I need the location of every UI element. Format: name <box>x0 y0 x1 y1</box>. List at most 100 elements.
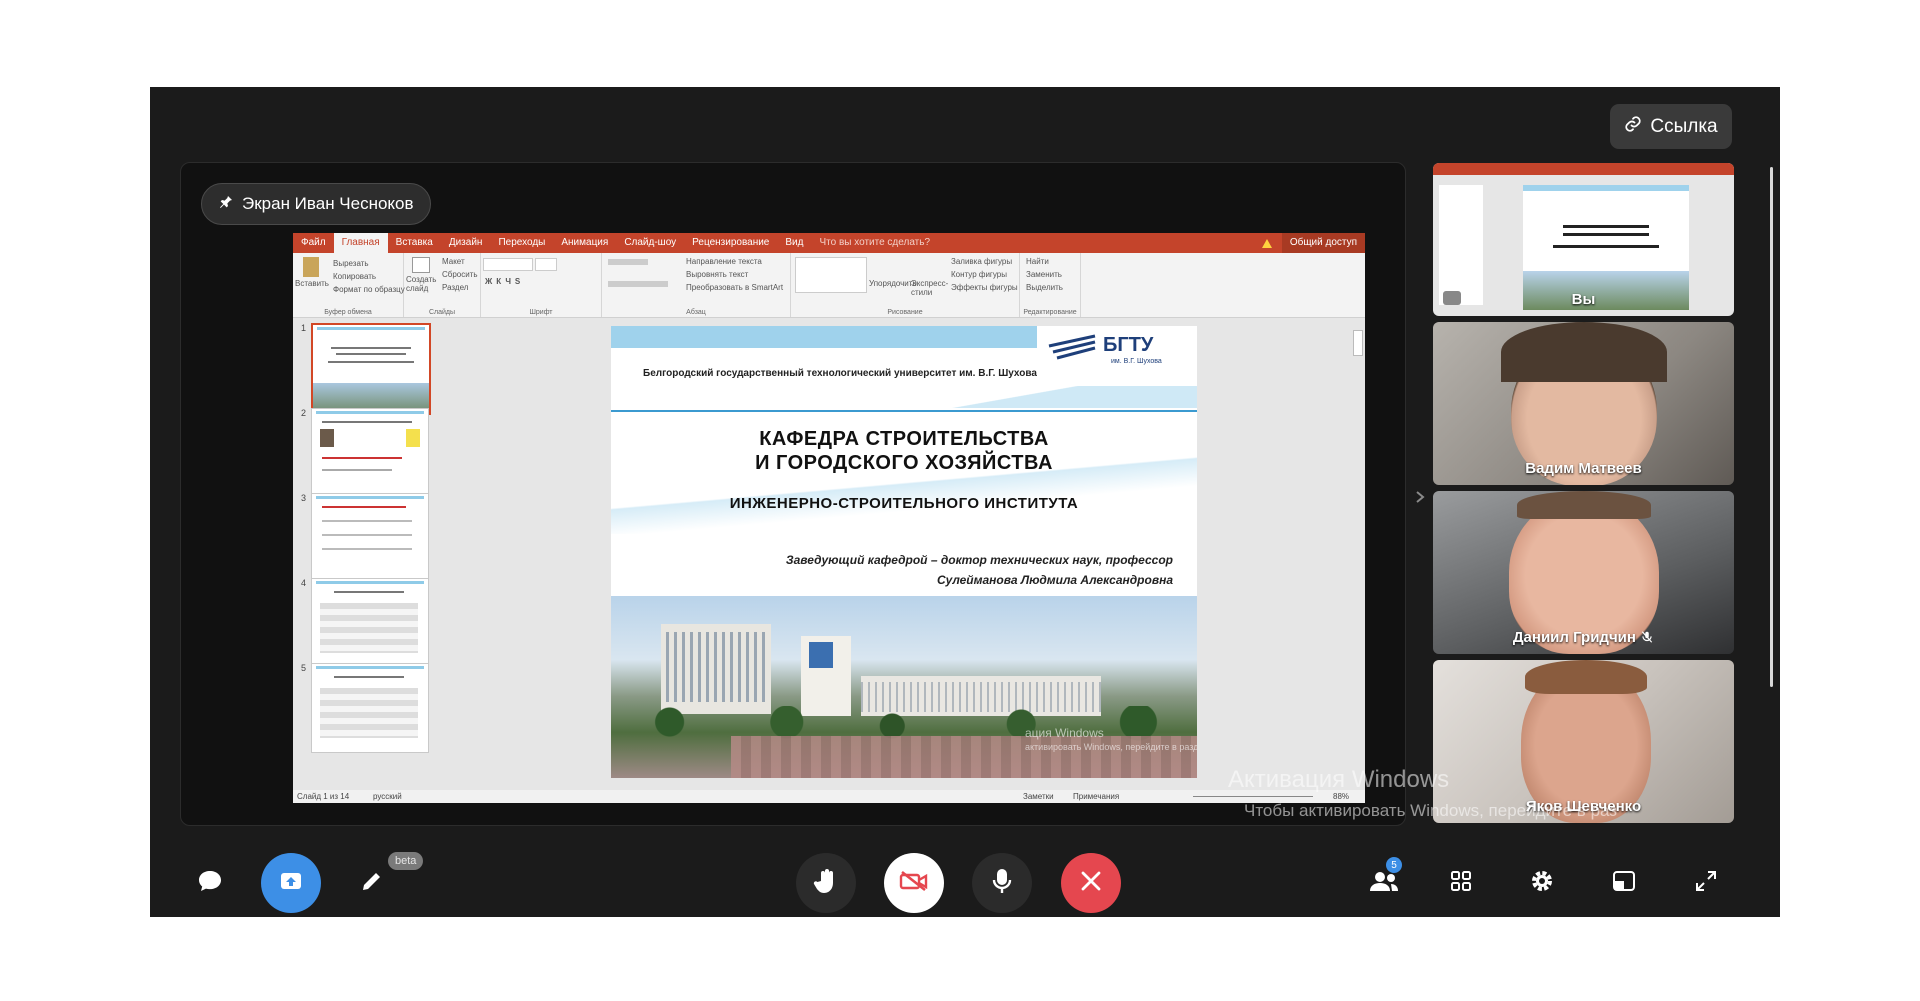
pip-button[interactable] <box>1608 867 1640 899</box>
ppt-tab-insert[interactable]: Вставка <box>388 233 441 253</box>
raise-hand-button[interactable] <box>796 853 856 913</box>
font-size-field[interactable] <box>535 258 557 271</box>
participant-name: Вы <box>1571 291 1596 308</box>
pin-icon <box>218 194 234 215</box>
video-call-app: Ссылка Экран Иван Чесноков Файл Главная … <box>150 87 1780 917</box>
align-text-button[interactable]: Выровнять текст <box>686 270 748 279</box>
font-group-label: Шрифт <box>529 309 553 316</box>
shape-fill-button[interactable]: Заливка фигуры <box>951 257 1012 266</box>
sidebar-scrollbar[interactable] <box>1770 167 1773 687</box>
new-slide-button[interactable]: Создать слайд <box>406 275 436 293</box>
camera-off-icon <box>899 870 929 897</box>
slide-thumbnails: 1 2 3 4 5 <box>293 318 431 790</box>
picture-in-picture-icon <box>1612 870 1636 897</box>
align-icons[interactable] <box>608 281 668 287</box>
ppt-tab-animations[interactable]: Анимация <box>553 233 616 253</box>
select-button[interactable]: Выделить <box>1026 283 1063 292</box>
ppt-tab-home[interactable]: Главная <box>333 233 388 253</box>
chevron-right-icon[interactable] <box>1412 489 1428 505</box>
link-label: Ссылка <box>1650 115 1718 137</box>
copy-button[interactable]: Копировать <box>333 272 376 281</box>
chat-button[interactable] <box>194 867 226 899</box>
find-button[interactable]: Найти <box>1026 257 1049 266</box>
slide-thumbnail[interactable] <box>311 323 431 415</box>
language-indicator[interactable]: русский <box>373 792 402 801</box>
ppt-tab-slideshow[interactable]: Слайд-шоу <box>616 233 684 253</box>
new-slide-icon <box>412 257 430 273</box>
ppt-tell-me[interactable]: Что вы хотите сделать? <box>811 233 938 253</box>
ppt-tab-file[interactable]: Файл <box>293 233 334 253</box>
participant-tile[interactable]: Даниил Гридчин <box>1433 491 1734 654</box>
text-direction-button[interactable]: Направление текста <box>686 257 762 266</box>
thumb-number: 2 <box>301 408 307 418</box>
cut-button[interactable]: Вырезать <box>333 259 369 268</box>
powerpoint-window: Файл Главная Вставка Дизайн Переходы Ани… <box>293 233 1365 803</box>
font-format-buttons[interactable]: ЖКЧS <box>485 277 524 286</box>
ppt-vertical-scrollbar[interactable] <box>1351 318 1363 790</box>
ppt-tab-design[interactable]: Дизайн <box>441 233 491 253</box>
slide-thumbnail[interactable] <box>311 408 429 498</box>
slide-thumbnail[interactable] <box>311 578 429 668</box>
editing-group: Найти Заменить Выделить Редактирование <box>1020 253 1081 317</box>
hand-icon <box>813 867 839 900</box>
slide-title-line2: И ГОРОДСКОГО ХОЗЯЙСТВА <box>755 452 1053 474</box>
slide-head-line2: Сулейманова Людмила Александровна <box>936 573 1173 587</box>
shapes-gallery[interactable] <box>795 257 867 293</box>
slide-canvas[interactable]: БГТУ им. В.Г. Шухова Белгородский госуда… <box>611 326 1197 778</box>
ppt-status-bar: Слайд 1 из 14 русский Заметки Примечания… <box>293 790 1365 803</box>
ppt-tab-view[interactable]: Вид <box>777 233 811 253</box>
shape-effects-button[interactable]: Эффекты фигуры <box>951 283 1018 292</box>
logo-subtext: им. В.Г. Шухова <box>1111 358 1162 365</box>
section-button[interactable]: Раздел <box>442 283 468 292</box>
slides-group: Создать слайд Макет Сбросить Раздел Слай… <box>404 253 481 317</box>
list-icons[interactable] <box>608 259 648 265</box>
thumb-number: 5 <box>301 663 307 673</box>
ppt-tab-transitions[interactable]: Переходы <box>490 233 553 253</box>
slide-subtitle: ИНЖЕНЕРНО-СТРОИТЕЛЬНОГО ИНСТИТУТА <box>729 495 1079 512</box>
clipboard-group-label: Буфер обмена <box>324 309 372 316</box>
notes-button[interactable]: Заметки <box>1023 792 1054 801</box>
slide-thumbnail[interactable] <box>311 493 429 583</box>
ppt-ribbon-tabs: Файл Главная Вставка Дизайн Переходы Ани… <box>293 233 1365 253</box>
participant-name: Вадим Матвеев <box>1525 460 1642 477</box>
ppt-share-button[interactable]: Общий доступ <box>1281 233 1365 253</box>
arrange-button[interactable]: Упорядочить <box>869 279 917 288</box>
end-call-button[interactable] <box>1061 853 1121 913</box>
participant-tile[interactable]: Яков Шевченко <box>1433 660 1734 823</box>
screen-owner-chip[interactable]: Экран Иван Чесноков <box>201 183 431 225</box>
link-button[interactable]: Ссылка <box>1610 104 1732 149</box>
comments-button[interactable]: Примечания <box>1073 792 1119 801</box>
logo-text: БГТУ <box>1103 334 1154 356</box>
link-icon <box>1624 115 1642 139</box>
layout-grid-button[interactable] <box>1445 867 1477 899</box>
chat-icon <box>197 869 223 898</box>
font-name-field[interactable] <box>483 258 533 271</box>
replace-button[interactable]: Заменить <box>1026 270 1062 279</box>
ppt-tab-review[interactable]: Рецензирование <box>684 233 777 253</box>
quick-styles-button[interactable]: Экспресс-стили <box>911 279 948 297</box>
format-painter-button[interactable]: Формат по образцу <box>333 285 405 294</box>
camera-toggle-button[interactable] <box>884 853 944 913</box>
expand-icon <box>1695 870 1717 897</box>
fullscreen-button[interactable] <box>1690 867 1722 899</box>
close-icon <box>1080 870 1102 897</box>
paragraph-group: Направление текста Выровнять текст Преоб… <box>602 253 791 317</box>
paste-button[interactable]: Вставить <box>295 279 329 288</box>
participant-tile[interactable]: Вадим Матвеев <box>1433 322 1734 485</box>
smartart-button[interactable]: Преобразовать в SmartArt <box>686 283 783 292</box>
pencil-icon <box>360 869 384 898</box>
font-group: ЖКЧS Шрифт <box>481 253 602 317</box>
draw-button[interactable] <box>356 867 388 899</box>
zoom-slider[interactable] <box>1193 796 1313 797</box>
share-screen-button[interactable] <box>261 853 321 913</box>
settings-button[interactable] <box>1526 867 1558 899</box>
drawing-group: Упорядочить Экспресс-стили Заливка фигур… <box>791 253 1020 317</box>
clipboard-group: Вставить Вырезать Копировать Формат по о… <box>293 253 405 317</box>
reset-button[interactable]: Сбросить <box>442 270 478 279</box>
shape-outline-button[interactable]: Контур фигуры <box>951 270 1007 279</box>
microphone-button[interactable] <box>972 853 1032 913</box>
layout-button[interactable]: Макет <box>442 257 465 266</box>
participant-tile-self[interactable]: Вы <box>1433 163 1734 316</box>
screen-owner-label: Экран Иван Чесноков <box>242 194 414 213</box>
slide-thumbnail[interactable] <box>311 663 429 753</box>
